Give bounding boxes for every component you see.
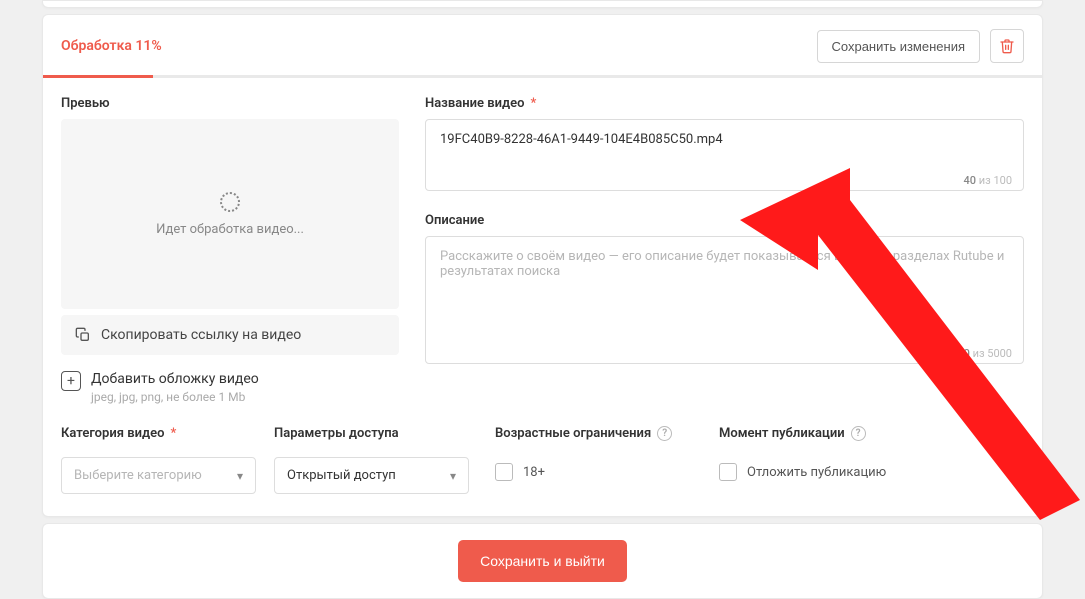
preview-label: Превью [61,96,399,111]
delete-button[interactable] [990,29,1024,63]
add-cover-hint: jpeg, jpg, png, не более 1 Mb [91,390,259,404]
access-control: Параметры доступа Открытый доступ ▾ [274,426,469,494]
chevron-down-icon: ▾ [450,469,456,483]
title-input-wrap: 40 из 100 [425,119,1024,195]
title-counter: 40 из 100 [964,174,1012,187]
footer-card: Сохранить и выйти [42,523,1043,599]
desc-count-max: 5000 [987,347,1012,360]
add-cover-button[interactable]: + [61,371,81,391]
age-checkbox-row: 18+ [495,463,695,481]
publish-label: Момент публикации ? [719,426,1024,441]
publish-checkbox-row: Отложить публикацию [719,463,1024,481]
title-label-text: Название видео [425,96,524,111]
copy-link-label: Скопировать ссылку на видео [101,327,301,343]
publish-checkbox-label: Отложить публикацию [747,465,886,480]
age-checkbox[interactable] [495,463,513,481]
header-actions: Сохранить изменения [817,29,1025,63]
desc-counter: 0 из 5000 [964,347,1012,360]
help-icon[interactable]: ? [657,426,672,441]
chevron-down-icon: ▾ [237,469,243,483]
publish-label-text: Момент публикации [719,426,845,441]
preview-box: Идет обработка видео... [61,119,399,309]
spinner-icon [220,192,240,212]
card-header: Обработка 11% Сохранить изменения [43,15,1042,75]
description-input[interactable] [425,236,1024,364]
category-label-text: Категория видео [61,426,164,441]
video-edit-card: Обработка 11% Сохранить изменения Превью… [42,14,1043,517]
right-column: Название видео * 40 из 100 Описание 0 из … [425,96,1024,404]
title-input[interactable] [425,119,1024,191]
add-cover-label: Добавить обложку видео [91,371,259,387]
access-label: Параметры доступа [274,426,469,441]
copy-link-button[interactable]: Скопировать ссылку на видео [61,315,399,355]
desc-count-of: из [973,347,985,360]
title-count-max: 100 [993,174,1012,187]
category-select[interactable]: Выберите категорию ▾ [61,457,256,494]
required-marker: * [170,426,176,441]
title-count-of: из [979,174,991,187]
desc-label: Описание [425,213,1024,228]
processing-status: Обработка 11% [61,38,162,54]
progress-fill [43,75,153,78]
content-columns: Превью Идет обработка видео... Скопирова… [43,78,1042,404]
age-label-text: Возрастные ограничения [495,426,651,441]
desc-input-wrap: 0 из 5000 [425,236,1024,368]
publish-checkbox[interactable] [719,463,737,481]
category-control: Категория видео * Выберите категорию ▾ [61,426,256,494]
controls-row: Категория видео * Выберите категорию ▾ Па… [43,404,1042,494]
plus-icon: + [67,373,75,389]
trash-icon [999,38,1015,54]
access-select-value: Открытый доступ [287,468,396,483]
previous-card-sliver [42,0,1043,8]
category-label: Категория видео * [61,426,256,441]
copy-icon [75,327,91,343]
publish-control: Момент публикации ? Отложить публикацию [719,426,1024,494]
preview-processing-text: Идет обработка видео... [156,222,304,237]
access-select[interactable]: Открытый доступ ▾ [274,457,469,494]
age-checkbox-label: 18+ [523,465,545,480]
age-label: Возрастные ограничения ? [495,426,695,441]
required-marker: * [530,96,536,111]
help-icon[interactable]: ? [851,426,866,441]
save-changes-button[interactable]: Сохранить изменения [817,30,981,63]
category-select-value: Выберите категорию [74,468,202,483]
title-count-current: 40 [964,174,977,187]
title-label: Название видео * [425,96,1024,111]
desc-count-current: 0 [964,347,970,360]
add-cover-row: + Добавить обложку видео jpeg, jpg, png,… [61,371,399,404]
left-column: Превью Идет обработка видео... Скопирова… [61,96,399,404]
save-exit-button[interactable]: Сохранить и выйти [458,540,627,582]
progress-bar [43,75,1042,78]
age-control: Возрастные ограничения ? 18+ [495,426,695,494]
